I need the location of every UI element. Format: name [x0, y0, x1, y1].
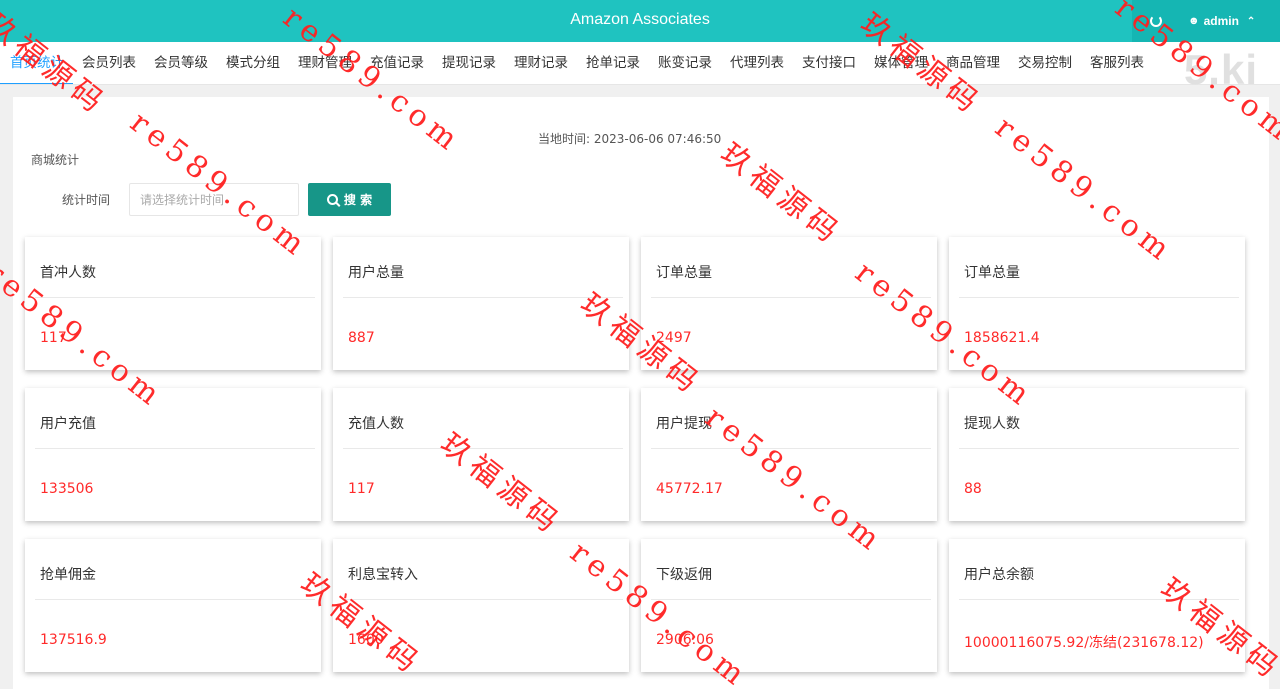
local-time-label: 当地时间:: [538, 132, 594, 146]
stat-value: 10000116075.92/冻结(231678.12): [964, 635, 1204, 651]
header-actions: ☻ admin ⌃: [1132, 0, 1280, 42]
stat-value: 133506: [40, 481, 94, 497]
nav-tab[interactable]: 客服列表: [1081, 42, 1153, 84]
user-menu[interactable]: ☻ admin ⌃: [1188, 14, 1255, 28]
stat-value: 88: [964, 481, 982, 497]
nav-tab[interactable]: 提现记录: [433, 42, 505, 84]
stat-card: 提现人数 88: [949, 388, 1245, 521]
brand-logo: 5.ki: [1183, 46, 1258, 93]
nav-tab[interactable]: 抢单记录: [577, 42, 649, 84]
divider: [651, 448, 931, 449]
stat-title: 订单总量: [964, 265, 1020, 281]
top-header: Amazon Associates ☻ admin ⌃: [0, 0, 1280, 42]
stat-card: 用户总余额 10000116075.92/冻结(231678.12): [949, 539, 1245, 672]
stat-value: 887: [348, 330, 375, 346]
divider: [959, 599, 1239, 600]
stat-title: 用户总量: [348, 265, 404, 281]
stat-value: 1858621.4: [964, 330, 1040, 346]
stat-title: 抢单佣金: [40, 567, 96, 583]
section-title: 商城统计: [31, 153, 80, 167]
date-input[interactable]: [129, 183, 299, 216]
divider: [35, 599, 315, 600]
nav-tab[interactable]: 交易控制: [1009, 42, 1081, 84]
local-time: 当地时间: 2023-06-06 07:46:50: [538, 130, 721, 147]
stat-value: 117: [348, 481, 375, 497]
stat-card: 订单总量 1858621.4: [949, 237, 1245, 370]
stat-grid: 首冲人数 117 用户总量 887 订单总量 2497 订单总量 1858621.4 用户充值 1…: [25, 237, 1247, 672]
nav-tab[interactable]: 模式分组: [217, 42, 289, 84]
nav-tab[interactable]: 账变记录: [649, 42, 721, 84]
nav-tab[interactable]: 首页统计: [0, 42, 73, 84]
stat-card: 用户提现 45772.17: [641, 388, 937, 521]
divider: [343, 599, 623, 600]
stat-card: 订单总量 2497: [641, 237, 937, 370]
stat-card: 抢单佣金 137516.9: [25, 539, 321, 672]
stat-card: 首冲人数 117: [25, 237, 321, 370]
person-icon: ☻: [1188, 15, 1200, 27]
stat-title: 用户总余额: [964, 567, 1034, 583]
main-nav: 首页统计 会员列表 会员等级 模式分组 理财管理 充值记录 提现记录 理财记录 抢单记录 账变记录…: [0, 42, 1280, 85]
nav-tab[interactable]: 代理列表: [721, 42, 793, 84]
stat-title: 用户提现: [656, 416, 712, 432]
divider: [343, 297, 623, 298]
divider: [959, 297, 1239, 298]
search-label: 搜 索: [343, 193, 373, 207]
divider: [651, 599, 931, 600]
search-icon: [326, 194, 338, 205]
nav-tab[interactable]: 媒体管理: [865, 42, 937, 84]
stat-title: 提现人数: [964, 416, 1020, 432]
stat-card: 利息宝转入 1600: [333, 539, 629, 672]
stat-value: 2497: [656, 330, 692, 346]
stat-card: 下级返佣 2906.06: [641, 539, 937, 672]
nav-tab[interactable]: 理财管理: [289, 42, 361, 84]
local-time-value: 2023-06-06 07:46:50: [593, 132, 722, 146]
stat-title: 下级返佣: [656, 567, 712, 583]
nav-tab[interactable]: 会员列表: [73, 42, 145, 84]
divider: [35, 448, 315, 449]
divider: [35, 297, 315, 298]
nav-tab[interactable]: 充值记录: [361, 42, 433, 84]
nav-tab[interactable]: 理财记录: [505, 42, 577, 84]
stat-card: 用户充值 133506: [25, 388, 321, 521]
stat-card: 充值人数 117: [333, 388, 629, 521]
divider: [343, 448, 623, 449]
stat-title: 订单总量: [656, 265, 712, 281]
user-name: admin: [1203, 14, 1239, 28]
refresh-icon[interactable]: [1150, 15, 1162, 27]
stat-title: 首冲人数: [40, 265, 96, 281]
nav-tab[interactable]: 支付接口: [793, 42, 865, 84]
divider: [959, 448, 1239, 449]
stat-title: 用户充值: [40, 416, 96, 432]
stat-title: 充值人数: [348, 416, 404, 432]
chevron-up-icon: ⌃: [1246, 15, 1256, 27]
divider: [651, 297, 931, 298]
stat-value: 2906.06: [656, 632, 714, 648]
nav-tab[interactable]: 商品管理: [937, 42, 1009, 84]
stat-value: 117: [40, 330, 67, 346]
stat-value: 1600: [348, 632, 384, 648]
stat-value: 137516.9: [40, 632, 107, 648]
stat-value: 45772.17: [656, 481, 723, 497]
app-title: Amazon Associates: [570, 11, 710, 28]
date-label: 统计时间: [62, 193, 111, 207]
stat-title: 利息宝转入: [348, 567, 418, 583]
nav-tab[interactable]: 会员等级: [145, 42, 217, 84]
search-button[interactable]: 搜 索: [308, 183, 391, 216]
stat-card: 用户总量 887: [333, 237, 629, 370]
